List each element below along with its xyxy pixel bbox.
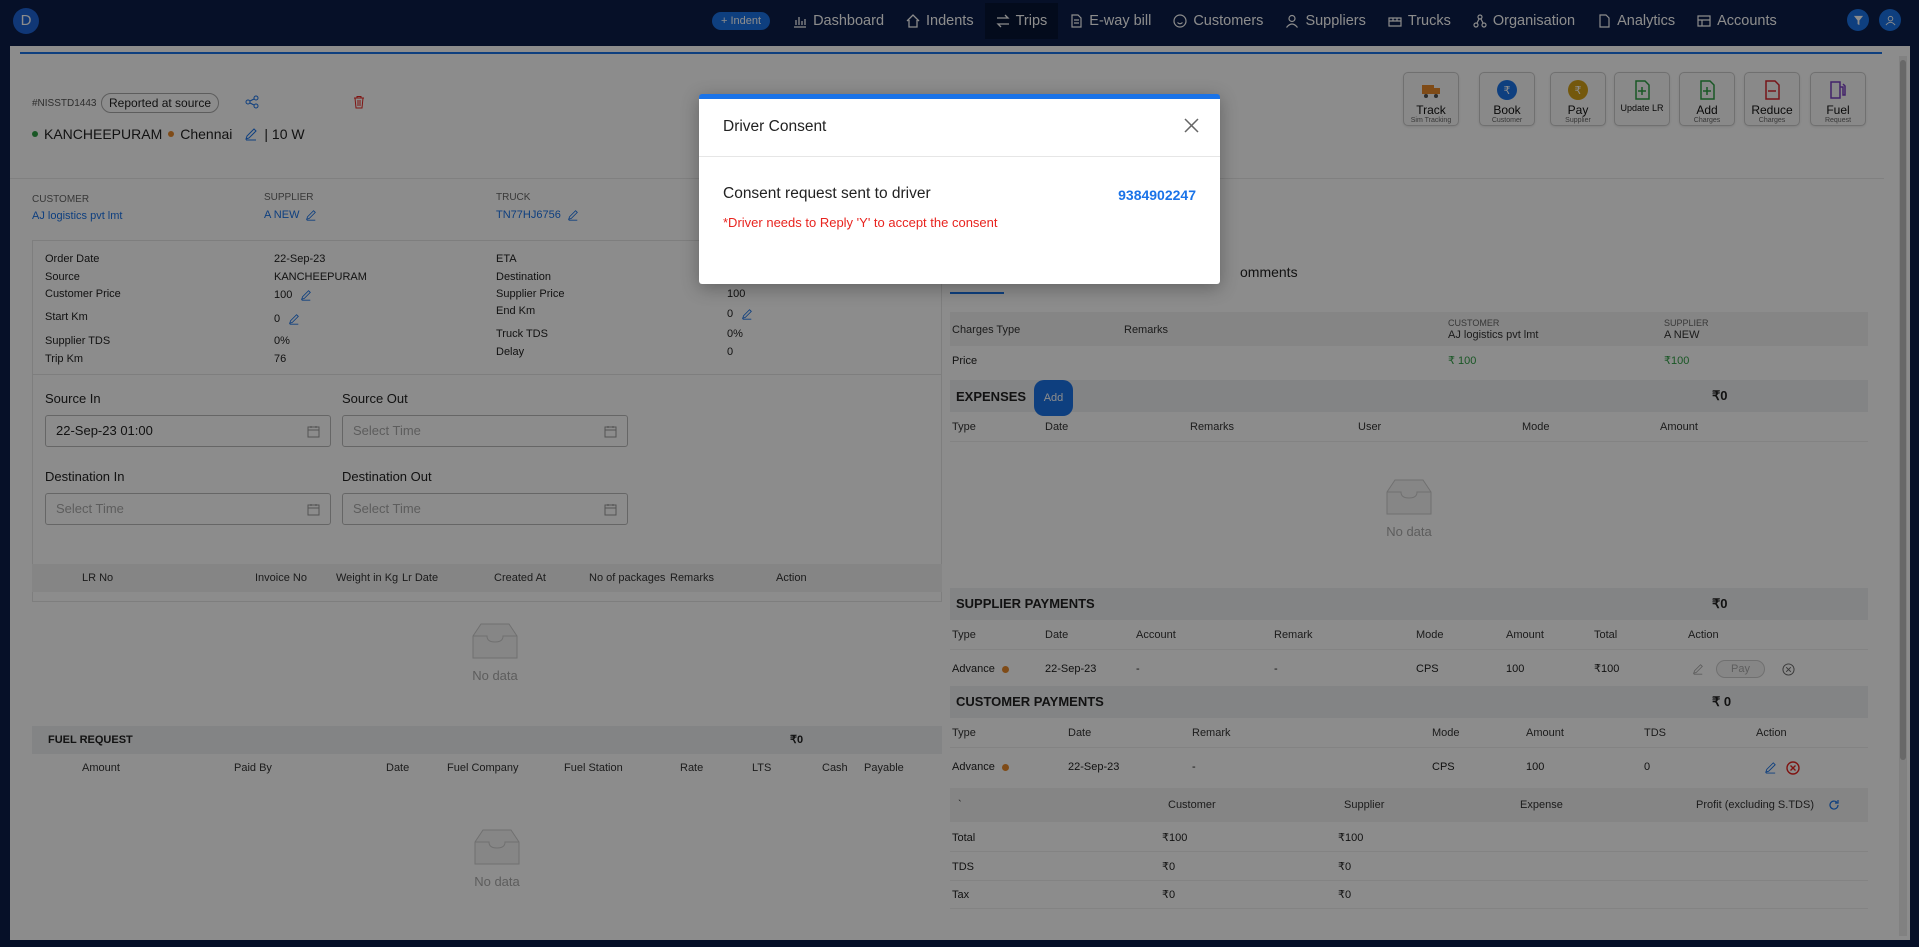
modal-title: Driver Consent bbox=[723, 118, 827, 135]
close-icon[interactable] bbox=[1183, 117, 1200, 134]
modal-header: Driver Consent bbox=[699, 99, 1220, 157]
consent-message: Consent request sent to driver bbox=[723, 185, 931, 202]
consent-note: *Driver needs to Reply 'Y' to accept the… bbox=[723, 215, 998, 230]
driver-phone: 9384902247 bbox=[1118, 187, 1196, 203]
driver-consent-modal: Driver Consent Consent request sent to d… bbox=[699, 94, 1220, 284]
